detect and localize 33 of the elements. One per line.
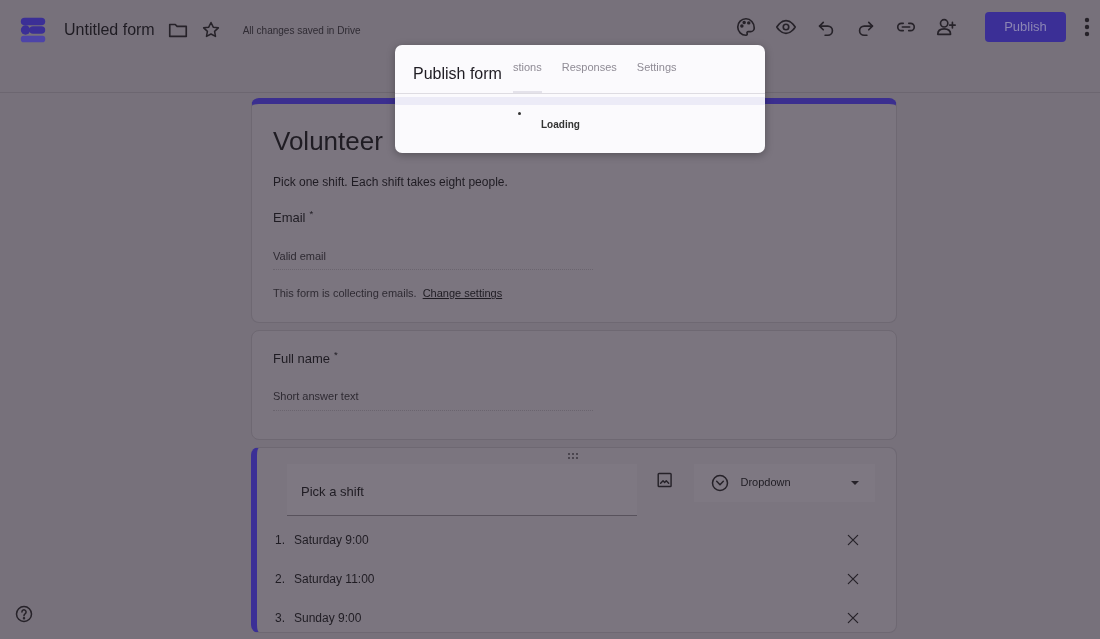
loading-text: Loading [541,118,580,132]
question-label: Email [273,210,306,226]
option-label[interactable]: Saturday 9:00 [294,530,369,549]
form-description: Pick one shift. Each shift takes eight people. [273,174,509,192]
option-number: 2. [275,570,286,588]
required-mark: * [309,208,314,220]
dialog-title: Publish form [413,64,502,84]
dialog-tab[interactable]: Settings [636,45,677,93]
form-heading: Volunteer [273,126,384,158]
settings-link[interactable]: Change settings [422,285,503,302]
dialog-tab[interactable]: stions [513,45,542,93]
option-number: 1. [275,531,286,549]
option-number: 3. [275,609,286,627]
more-icon[interactable] [1084,17,1090,37]
spinner-dot [518,112,521,115]
caret-icon [851,480,859,485]
answer-field[interactable]: Short answer text [273,386,593,411]
option-label[interactable]: Saturday 11:00 [294,569,375,588]
dialog-tab[interactable]: Responses [561,45,617,93]
notice-text: This form is collecting emails. [273,286,417,302]
forms-logo[interactable] [18,15,48,45]
question-label: Full name [273,350,331,366]
email-field[interactable]: Valid email [273,245,593,271]
help-icon[interactable] [14,604,34,624]
form-title[interactable]: Untitled form [64,18,155,42]
required-mark: * [334,348,338,360]
dropdown-circle-icon [710,472,731,493]
publish-button[interactable]: Publish [985,12,1066,42]
drag-handle-icon[interactable] [567,451,579,460]
add-person-icon[interactable] [935,16,957,38]
option-label[interactable]: Sunday 9:00 [294,608,362,627]
palette-icon[interactable] [735,16,757,38]
star-icon[interactable] [200,20,221,40]
